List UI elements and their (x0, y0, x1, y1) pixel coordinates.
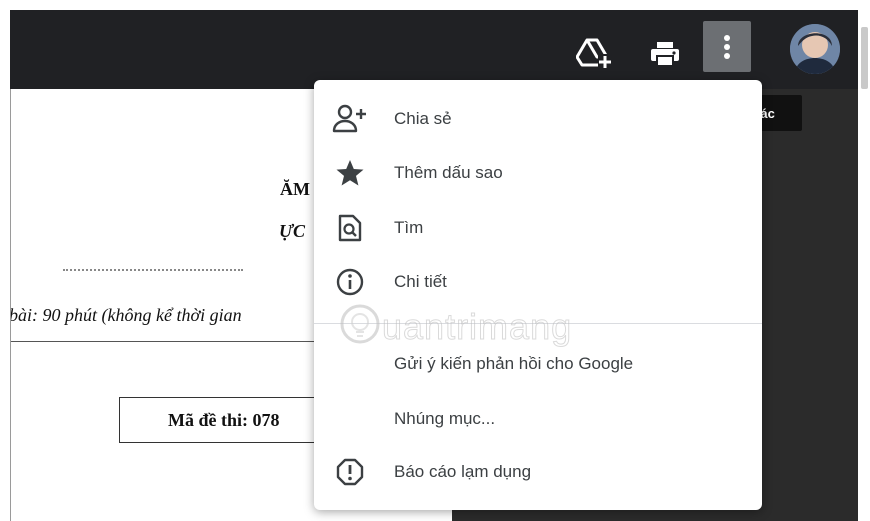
viewer-header (10, 10, 868, 89)
add-to-drive-icon (576, 38, 612, 69)
menu-item-label: Báo cáo lạm dụng (394, 462, 532, 481)
menu-item-label: Thêm dấu sao (394, 163, 503, 182)
printer-icon (651, 42, 679, 67)
menu-item-label: Tìm (394, 218, 424, 237)
report-icon (332, 454, 368, 490)
doc-time-text: bài: 90 phút (không kể thời gian (10, 305, 242, 325)
info-icon (332, 264, 368, 300)
menu-item-embed[interactable]: Nhúng mục... (314, 392, 762, 446)
user-avatar-image (790, 24, 840, 74)
more-vert-icon (724, 34, 730, 59)
person-add-icon (332, 101, 368, 137)
scrollbar-thumb[interactable] (861, 27, 868, 89)
print-button[interactable] (643, 32, 687, 76)
menu-item-details[interactable]: Chi tiết (314, 255, 762, 309)
menu-item-label: Nhúng mục... (394, 409, 496, 428)
add-to-drive-button[interactable] (569, 28, 619, 78)
menu-divider (314, 323, 762, 324)
star-icon (332, 155, 368, 191)
doc-heading-fragment-1: ĂM (280, 179, 310, 199)
doc-dotted-line (63, 269, 243, 271)
menu-item-share[interactable]: Chia sẻ (314, 92, 762, 146)
menu-item-report-abuse[interactable]: Báo cáo lạm dụng (314, 445, 762, 499)
avatar[interactable] (790, 24, 840, 74)
more-actions-button[interactable] (703, 21, 751, 72)
menu-item-star[interactable]: Thêm dấu sao (314, 146, 762, 200)
menu-item-label: Gửi ý kiến phản hồi cho Google (394, 354, 634, 373)
menu-item-label: Chia sẻ (394, 109, 452, 128)
find-in-page-icon (332, 210, 368, 246)
doc-heading-fragment-2: ỰC (279, 221, 305, 241)
menu-item-label: Chi tiết (394, 272, 447, 291)
menu-item-find[interactable]: Tìm (314, 201, 762, 255)
more-actions-menu: Chia sẻ Thêm dấu sao Tìm Chi tiết Gửi ý … (314, 80, 762, 510)
exam-code-text: Mã đề thi: 078 (168, 410, 280, 430)
menu-item-feedback[interactable]: Gửi ý kiến phản hồi cho Google (314, 337, 762, 391)
